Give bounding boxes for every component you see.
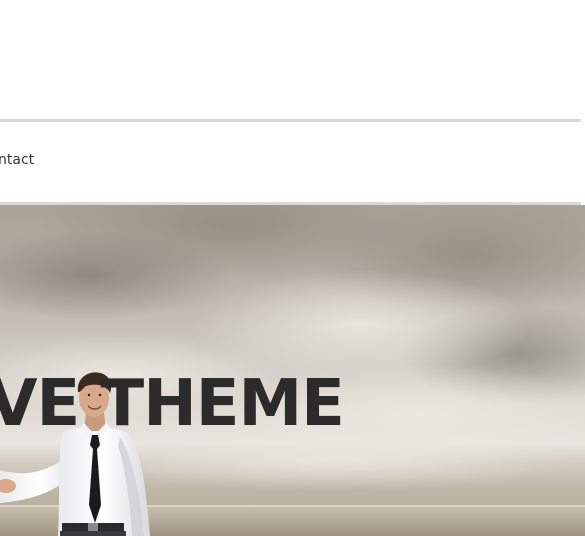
main-navigation: ntact [0,122,585,203]
nav-item-contact[interactable]: ntact [0,152,34,168]
hero-title: VE THEME [0,366,345,441]
hero-banner: VE THEME [0,205,585,536]
site-header [0,0,585,119]
page: ntact VE THEME [0,0,585,536]
